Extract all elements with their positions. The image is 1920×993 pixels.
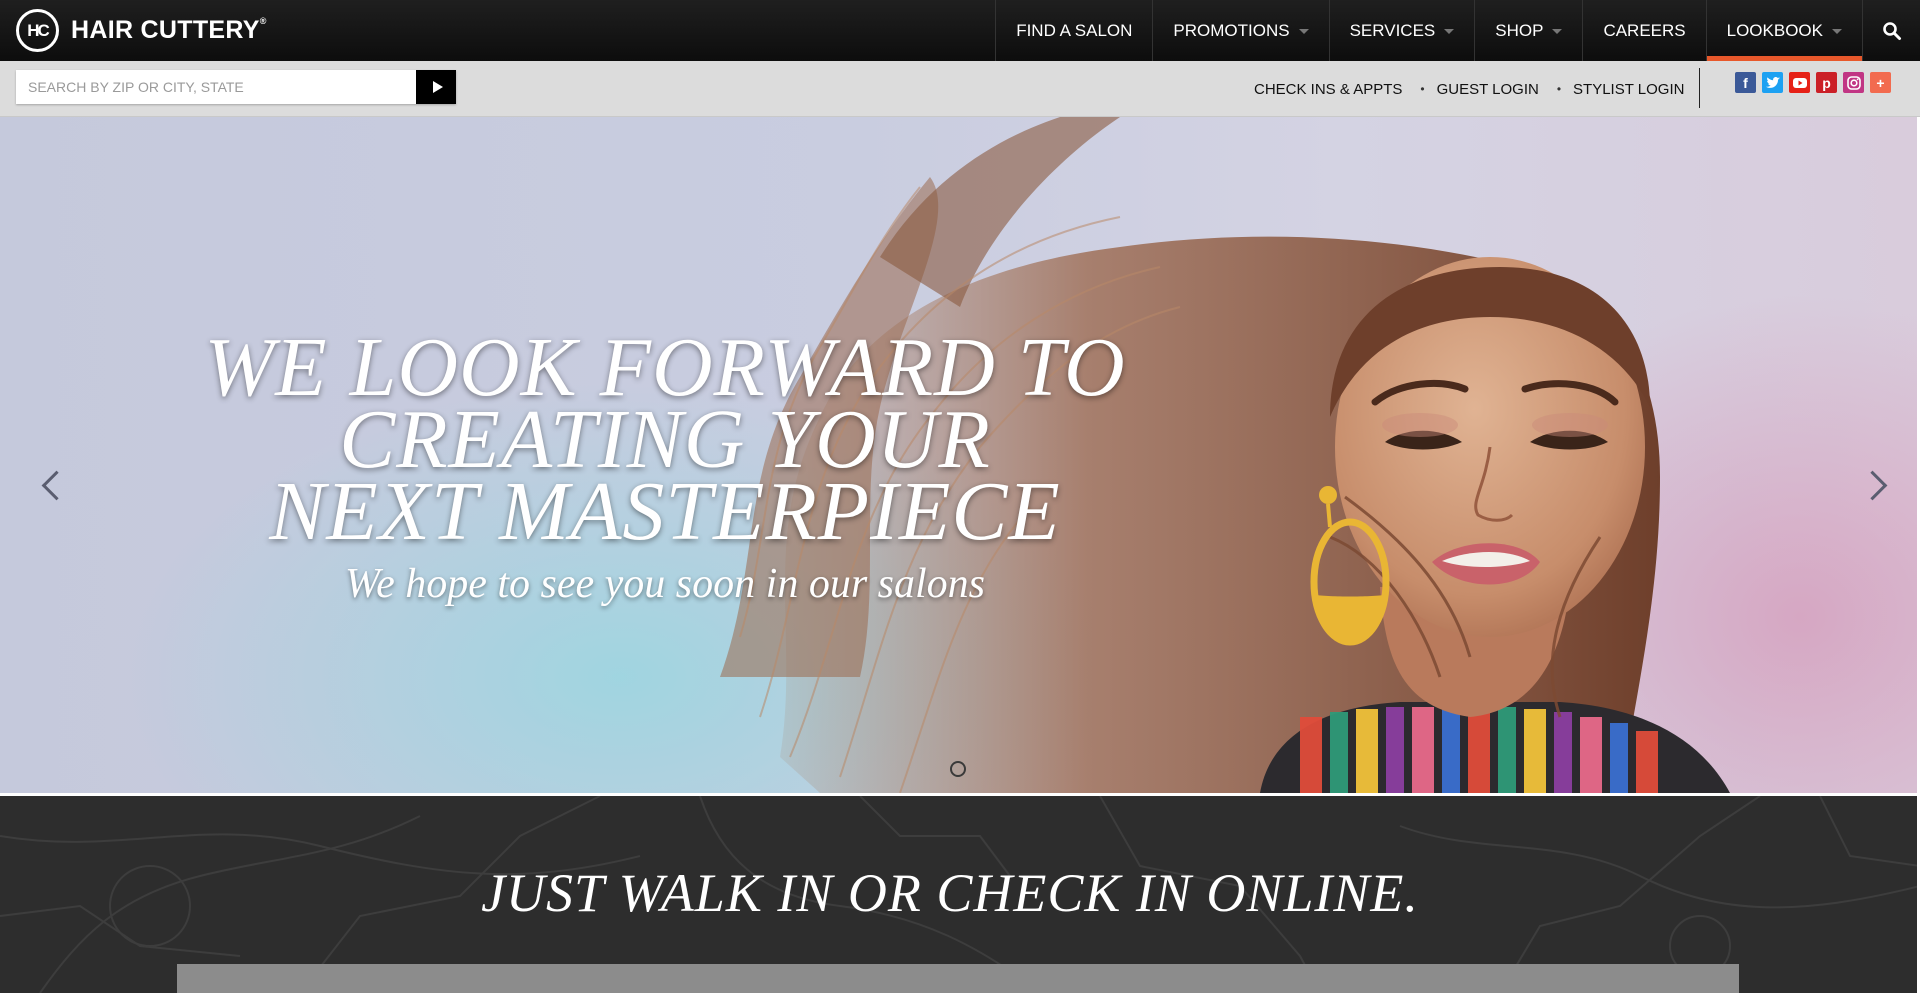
stylist-login-link[interactable]: STYLIST LOGIN <box>1573 81 1684 98</box>
logo-wordmark: HAIR CUTTERY® <box>71 16 267 44</box>
account-links: CHECK INS & APPTS • GUEST LOGIN • STYLIS… <box>1254 61 1684 117</box>
hero-headline: WE LOOK FORWARD TO CREATING YOUR NEXT MA… <box>170 326 1160 558</box>
vertical-divider <box>1699 68 1700 108</box>
check-in-panel <box>177 964 1739 993</box>
utility-bar: CHECK INS & APPTS • GUEST LOGIN • STYLIS… <box>0 61 1920 117</box>
twitter-icon[interactable] <box>1762 72 1783 93</box>
pinterest-icon[interactable]: p <box>1816 72 1837 93</box>
youtube-icon[interactable] <box>1789 72 1810 93</box>
nav-search-button[interactable] <box>1862 0 1920 61</box>
headline-line: NEXT MASTERPIECE <box>269 465 1061 558</box>
check-in-section: JUST WALK IN OR CHECK IN ONLINE. <box>0 796 1920 993</box>
search-icon <box>1882 21 1901 40</box>
social-links: f p + <box>1735 72 1897 93</box>
play-arrow-icon <box>432 81 443 93</box>
separator-dot: • <box>1556 82 1562 96</box>
brand-logo[interactable]: HC HAIR CUTTERY® <box>16 0 267 61</box>
caret-down-icon <box>1832 29 1842 34</box>
nav-find-a-salon[interactable]: FIND A SALON <box>995 0 1152 61</box>
nav-label: SERVICES <box>1349 20 1436 40</box>
check-ins-appts-link[interactable]: CHECK INS & APPTS <box>1254 81 1402 98</box>
caret-down-icon <box>1298 29 1309 34</box>
more-icon[interactable]: + <box>1870 72 1891 93</box>
caret-down-icon <box>1444 29 1455 34</box>
nav-careers[interactable]: CAREERS <box>1582 0 1705 61</box>
nav-label: FIND A SALON <box>1016 20 1133 40</box>
hero-carousel: WE LOOK FORWARD TO CREATING YOUR NEXT MA… <box>0 117 1920 793</box>
twitter-bird-glyph <box>1765 76 1780 88</box>
main-nav: FIND A SALON PROMOTIONS SERVICES SHOP CA… <box>995 0 1920 61</box>
check-in-heading: JUST WALK IN OR CHECK IN ONLINE. <box>481 863 1419 923</box>
caret-down-icon <box>1552 29 1563 34</box>
carousel-prev-arrow-icon[interactable] <box>38 465 68 505</box>
instagram-icon[interactable] <box>1843 72 1864 93</box>
guest-login-link[interactable]: GUEST LOGIN <box>1437 81 1539 98</box>
nav-label: LOOKBOOK <box>1726 20 1823 40</box>
nav-label: SHOP <box>1495 20 1544 40</box>
salon-search-form <box>16 70 456 104</box>
salon-search-input[interactable] <box>16 70 416 104</box>
nav-promotions[interactable]: PROMOTIONS <box>1152 0 1328 61</box>
nav-shop[interactable]: SHOP <box>1474 0 1582 61</box>
nav-services[interactable]: SERVICES <box>1328 0 1475 61</box>
instagram-camera-glyph <box>1846 75 1861 90</box>
facebook-icon[interactable]: f <box>1735 72 1756 93</box>
top-navigation-bar: HC HAIR CUTTERY® FIND A SALON PROMOTIONS… <box>0 0 1920 61</box>
separator-dot: • <box>1420 82 1425 96</box>
nav-label: PROMOTIONS <box>1173 20 1290 40</box>
hero-subheadline: We hope to see you soon in our salons <box>344 561 986 607</box>
carousel-indicator-dot[interactable] <box>950 761 966 777</box>
carousel-next-arrow-icon[interactable] <box>1862 465 1892 505</box>
search-submit-button[interactable] <box>416 70 456 104</box>
youtube-play-glyph <box>1792 77 1807 88</box>
logo-badge: HC <box>16 9 59 52</box>
nav-lookbook[interactable]: LOOKBOOK <box>1705 0 1863 61</box>
nav-label: CAREERS <box>1603 20 1686 40</box>
